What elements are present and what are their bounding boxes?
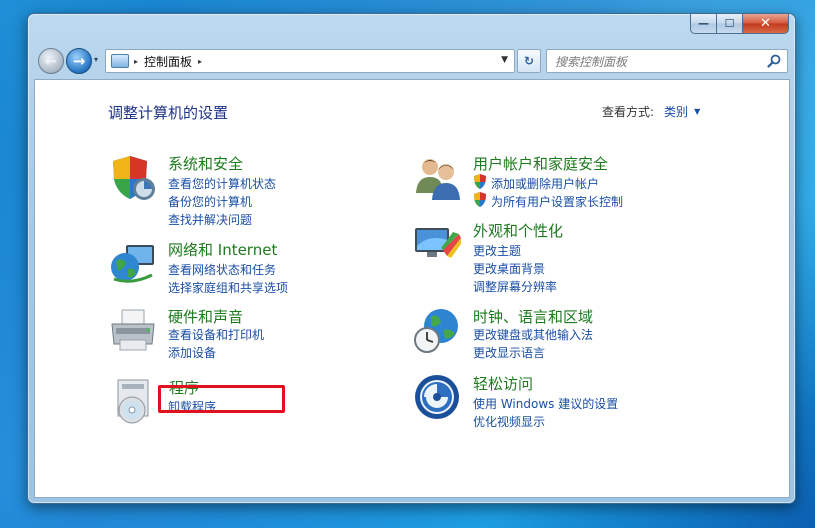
back-button[interactable]: ← (38, 48, 64, 74)
link-troubleshoot[interactable]: 查找并解决问题 (168, 211, 252, 228)
link-backup-computer[interactable]: 备份您的计算机 (168, 193, 252, 210)
maximize-button[interactable]: ☐ (717, 14, 743, 34)
control-panel-icon (111, 54, 129, 68)
search-placeholder: 搜索控制面板 (555, 54, 628, 69)
link-devices-printers[interactable]: 查看设备和打印机 (168, 326, 264, 343)
breadcrumb-control-panel[interactable]: 控制面板 (144, 53, 192, 70)
link-screen-resolution[interactable]: 调整屏幕分辨率 (473, 278, 557, 295)
category-clock-language: 时钟、语言和区域 更改键盘或其他输入法 更改显示语言 (413, 306, 753, 366)
link-display-language[interactable]: 更改显示语言 (473, 344, 545, 361)
view-by: 查看方式: 类别 ▼ (602, 103, 700, 120)
view-by-dropdown[interactable]: 类别 (664, 103, 688, 120)
category-title[interactable]: 时钟、语言和区域 (473, 306, 593, 327)
content-area: 调整计算机的设置 查看方式: 类别 ▼ 系统和安全 查看您的计算机状态 备份您的… (34, 79, 790, 498)
breadcrumb-separator-icon[interactable]: ▸ (134, 57, 138, 66)
link-keyboard-input[interactable]: 更改键盘或其他输入法 (473, 326, 593, 343)
monitor-palette-icon (415, 228, 461, 258)
link-view-computer-status[interactable]: 查看您的计算机状态 (168, 175, 276, 192)
close-button[interactable]: ✕ (743, 14, 789, 34)
minimize-button[interactable]: — (690, 14, 717, 34)
shield-icon (474, 174, 486, 189)
control-panel-window: — ☐ ✕ ← → ▾ ▸ 控制面板 ▸ ▼ ↻ 搜索控制面板 调整计算机的设置… (27, 13, 796, 504)
navigation-bar: ← → ▾ ▸ 控制面板 ▸ ▼ ↻ 搜索控制面板 (36, 46, 788, 76)
category-appearance: 外观和个性化 更改主题 更改桌面背景 调整屏幕分辨率 (413, 220, 753, 296)
category-title[interactable]: 用户帐户和家庭安全 (473, 153, 608, 174)
programs-disc-icon (117, 379, 149, 424)
category-system-security: 系统和安全 查看您的计算机状态 备份您的计算机 查找并解决问题 (108, 153, 368, 229)
breadcrumb-separator-icon[interactable]: ▸ (198, 57, 202, 66)
network-globe-icon (111, 245, 154, 283)
shield-check-icon (113, 156, 155, 200)
refresh-button[interactable]: ↻ (517, 49, 541, 73)
page-title: 调整计算机的设置 (108, 104, 229, 122)
link-optimize-display[interactable]: 优化视频显示 (473, 413, 545, 430)
search-icon[interactable] (767, 54, 781, 68)
category-title[interactable]: 网络和 Internet (168, 239, 277, 260)
users-icon (416, 159, 460, 200)
category-ease-of-access: 轻松访问 使用 Windows 建议的设置 优化视频显示 (413, 373, 753, 433)
forward-button[interactable]: → (66, 48, 92, 74)
link-homegroup-sharing[interactable]: 选择家庭组和共享选项 (168, 279, 288, 296)
clock-globe-icon (414, 309, 458, 353)
view-by-label: 查看方式: (602, 105, 655, 119)
link-network-status[interactable]: 查看网络状态和任务 (168, 261, 276, 278)
search-input[interactable]: 搜索控制面板 (546, 49, 788, 73)
link-windows-recommended[interactable]: 使用 Windows 建议的设置 (473, 395, 618, 412)
address-dropdown-icon[interactable]: ▼ (501, 55, 508, 65)
link-add-device[interactable]: 添加设备 (168, 344, 216, 361)
recent-pages-dropdown-icon[interactable]: ▾ (94, 55, 98, 64)
caption-buttons: — ☐ ✕ (690, 14, 789, 34)
chevron-down-icon[interactable]: ▼ (694, 107, 700, 116)
link-add-remove-accounts[interactable]: 添加或删除用户帐户 (491, 175, 599, 192)
link-desktop-background[interactable]: 更改桌面背景 (473, 260, 545, 277)
category-title[interactable]: 硬件和声音 (168, 306, 243, 327)
address-bar[interactable]: ▸ 控制面板 ▸ ▼ (105, 49, 515, 73)
printer-icon (111, 309, 155, 351)
shield-icon (474, 192, 486, 207)
category-hardware-sound: 硬件和声音 查看设备和打印机 添加设备 (108, 306, 368, 366)
category-title[interactable]: 系统和安全 (168, 153, 243, 174)
category-title[interactable]: 外观和个性化 (473, 220, 563, 241)
category-network-internet: 网络和 Internet 查看网络状态和任务 选择家庭组和共享选项 (108, 239, 368, 299)
link-parental-controls[interactable]: 为所有用户设置家长控制 (491, 193, 623, 210)
ease-of-access-icon (415, 375, 459, 419)
category-user-accounts: 用户帐户和家庭安全 添加或删除用户帐户 为所有用户设置家长控制 (413, 153, 753, 213)
category-title[interactable]: 轻松访问 (473, 373, 533, 394)
highlight-annotation (158, 385, 285, 413)
link-change-theme[interactable]: 更改主题 (473, 242, 521, 259)
